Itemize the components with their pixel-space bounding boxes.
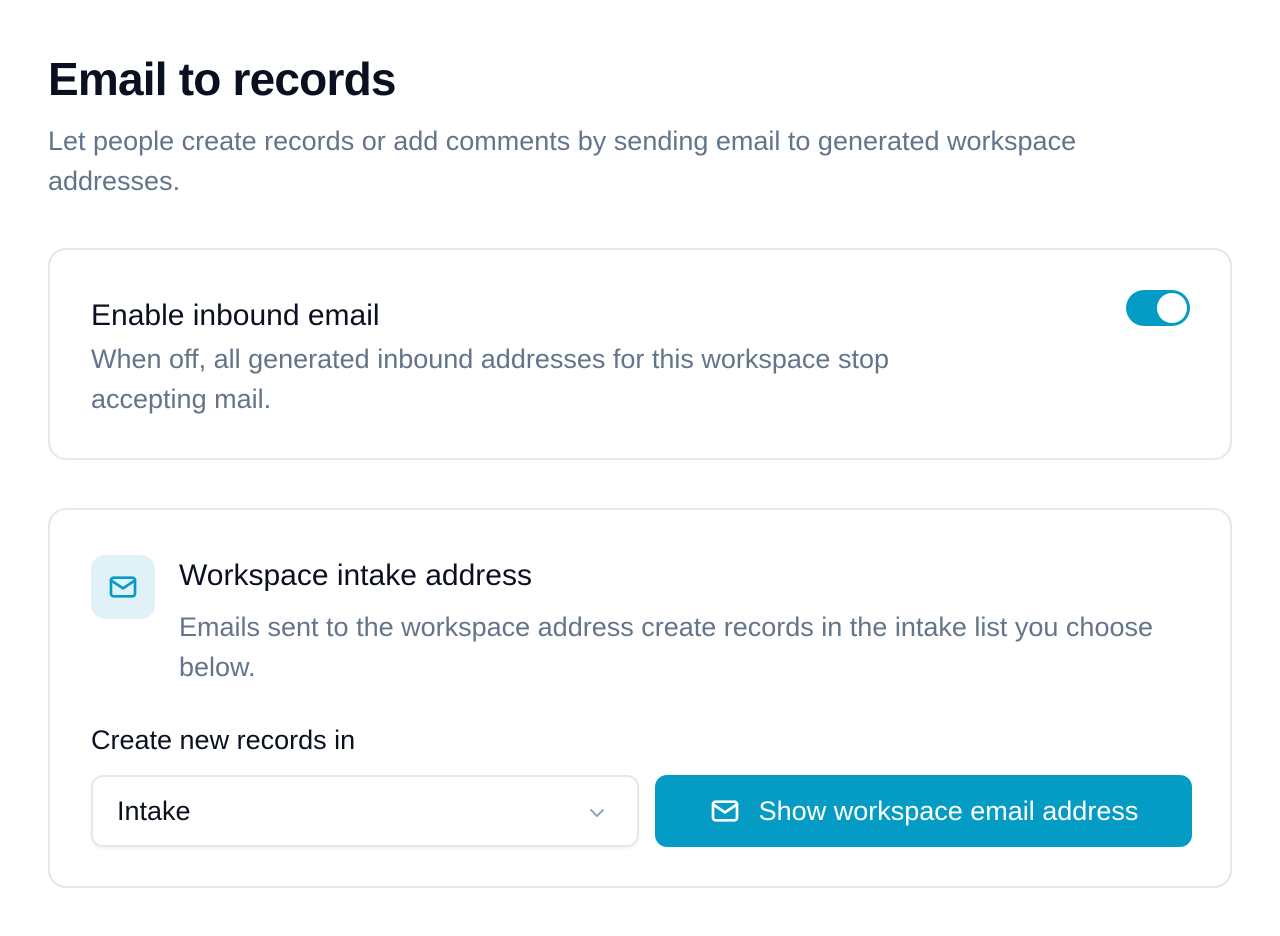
intake-title: Workspace intake address xyxy=(179,559,532,592)
enable-inbound-description: When off, all generated inbound addresse… xyxy=(91,344,889,414)
enable-inbound-toggle[interactable] xyxy=(1126,290,1190,326)
chevron-down-icon xyxy=(590,809,604,817)
workspace-intake-card: Workspace intake address Emails sent to … xyxy=(48,508,1232,888)
intake-icon-badge xyxy=(91,555,155,619)
mail-icon xyxy=(711,800,738,822)
show-workspace-email-label: Show workspace email address xyxy=(758,795,1139,826)
settings-page: Email to records Let people create recor… xyxy=(0,0,1280,936)
intake-list-select-value: Intake xyxy=(117,795,191,826)
page-description: Let people create records or add comment… xyxy=(48,126,1077,196)
intake-description: Emails sent to the workspace address cre… xyxy=(179,612,1153,682)
create-records-label: Create new records in xyxy=(91,725,356,755)
enable-inbound-title: Enable inbound email xyxy=(91,299,380,332)
show-workspace-email-button[interactable]: Show workspace email address xyxy=(655,775,1192,847)
enable-inbound-card: Enable inbound email When off, all gener… xyxy=(48,248,1232,460)
intake-list-select[interactable]: Intake xyxy=(91,775,639,847)
mail-icon xyxy=(109,576,137,598)
toggle-knob xyxy=(1157,293,1187,323)
page-title: Email to records xyxy=(48,53,396,105)
